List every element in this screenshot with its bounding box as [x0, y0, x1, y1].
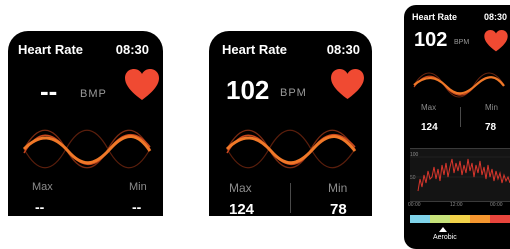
screen-title: Heart Rate — [222, 42, 288, 57]
zone-segment — [430, 215, 450, 223]
heart-rate-wave — [413, 72, 505, 98]
max-label: Max — [229, 181, 252, 195]
max-value: 124 — [229, 201, 255, 216]
heart-rate-zone-bar — [410, 215, 510, 223]
bpm-unit: BPM — [454, 39, 470, 46]
bpm-value: 102 — [226, 75, 270, 105]
zone-segment — [450, 215, 470, 223]
history-chart-line — [410, 156, 510, 192]
zone-segment — [410, 215, 430, 223]
clock-time: 08:30 — [115, 42, 149, 57]
bpm-value: 102 — [414, 29, 448, 51]
chart-x-label: 00:00 — [490, 202, 503, 208]
watch-screen-detail: Heart Rate 08:30 102 BPM Max Min 124 78 … — [404, 5, 510, 249]
heart-rate-wave — [225, 129, 357, 169]
clock-time: 08:30 — [484, 12, 508, 22]
stats-divider — [460, 107, 461, 127]
zone-segment — [490, 215, 510, 223]
screen-title: Heart Rate — [18, 42, 84, 57]
clock-time: 08:30 — [326, 42, 360, 57]
min-label: Min — [328, 181, 348, 195]
min-value: 78 — [485, 122, 497, 133]
heart-icon — [331, 69, 364, 100]
bpm-unit: BPM — [280, 87, 307, 99]
max-label: Max — [32, 181, 53, 193]
min-value: -- — [132, 199, 142, 215]
max-value: -- — [35, 199, 45, 215]
zone-pointer-icon — [439, 227, 447, 232]
bpm-unit: BMP — [80, 88, 107, 100]
max-value: 124 — [421, 122, 438, 133]
heart-icon — [125, 69, 159, 100]
stats-divider — [290, 183, 291, 213]
max-label: Max — [421, 103, 437, 112]
min-label: Min — [129, 181, 147, 193]
zone-label: Aerobic — [433, 234, 457, 241]
watch-screen-reading: Heart Rate 08:30 102 BPM Max Min 124 78 — [209, 31, 372, 216]
min-value: 78 — [330, 201, 347, 216]
chart-x-label: 12:00 — [450, 202, 463, 208]
heart-icon — [484, 30, 508, 52]
zone-segment — [470, 215, 490, 223]
min-label: Min — [485, 103, 498, 112]
history-chart: 100 50 — [410, 148, 510, 202]
watch-screen-empty: Heart Rate 08:30 -- BMP Max Min -- -- — [8, 31, 163, 216]
heart-rate-wave — [22, 129, 152, 169]
screen-title: Heart Rate — [412, 12, 458, 22]
bpm-value: -- — [40, 76, 58, 106]
chart-x-label: 00:00 — [408, 202, 421, 208]
